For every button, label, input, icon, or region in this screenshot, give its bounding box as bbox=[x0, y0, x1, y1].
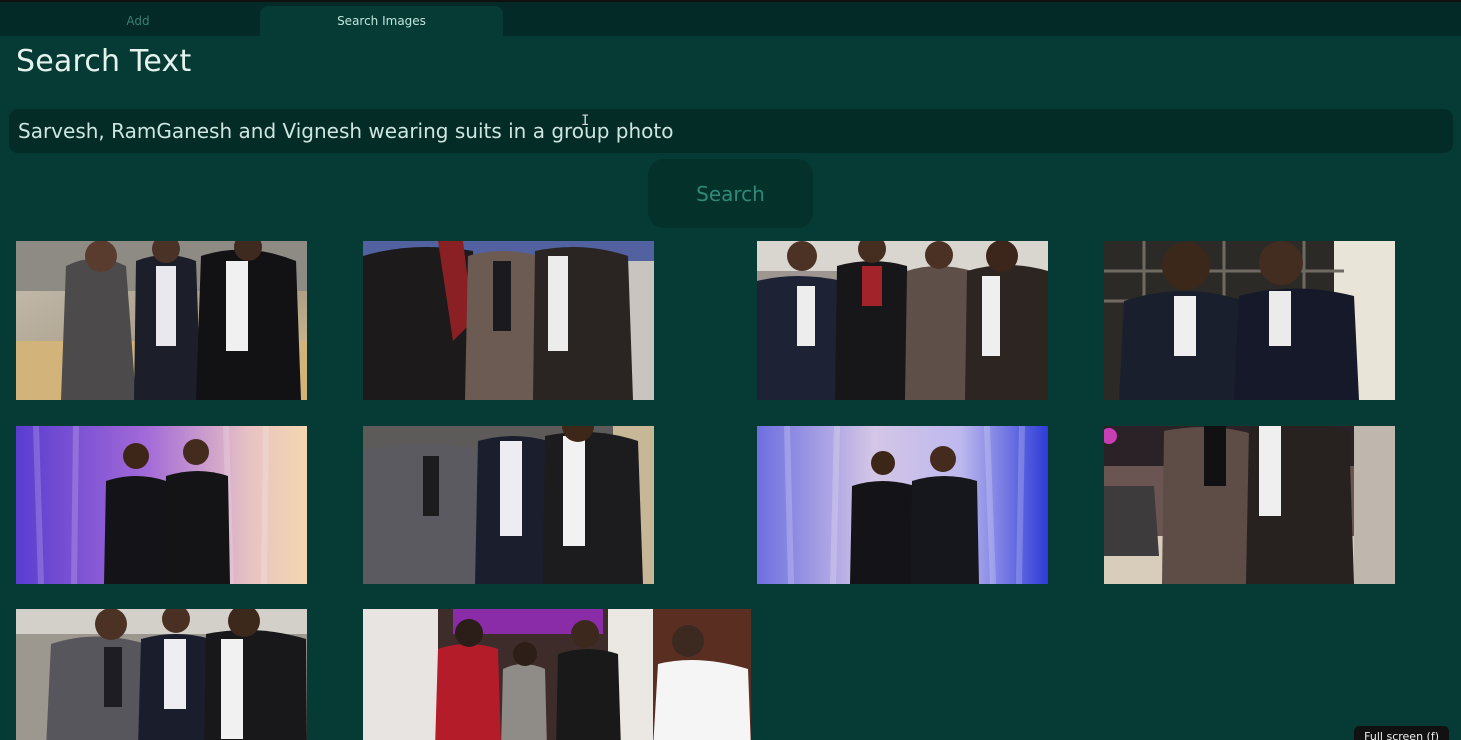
tab-bar: Add Search Images bbox=[0, 0, 1461, 38]
photo-group-3-suits-hall bbox=[16, 241, 307, 400]
photo-pair-suits-dining bbox=[1104, 426, 1395, 584]
result-image[interactable] bbox=[1104, 241, 1395, 400]
photo-group-4-casual bbox=[363, 609, 751, 740]
result-image[interactable] bbox=[363, 426, 654, 584]
photo-pair-dark-suits bbox=[1104, 241, 1395, 400]
result-image[interactable] bbox=[16, 426, 307, 584]
tab-search-images[interactable]: Search Images bbox=[260, 6, 503, 38]
photo-group-3-suits-closeup bbox=[363, 241, 654, 400]
result-image[interactable] bbox=[363, 241, 654, 400]
result-image[interactable] bbox=[16, 609, 307, 740]
photo-pair-curtain-blue bbox=[757, 426, 1048, 584]
photo-group-3-suits-hall-3 bbox=[16, 609, 307, 740]
search-input[interactable] bbox=[9, 109, 1453, 153]
result-image[interactable] bbox=[757, 241, 1048, 400]
result-image[interactable] bbox=[757, 426, 1048, 584]
photo-pair-curtain-purple bbox=[16, 426, 307, 584]
page-title: Search Text bbox=[16, 44, 192, 79]
photo-group-4-suits bbox=[757, 241, 1048, 400]
app-window: Add Search Images Search Text I Search bbox=[0, 0, 1461, 740]
result-image[interactable] bbox=[1104, 426, 1395, 584]
tab-add[interactable]: Add bbox=[16, 6, 260, 38]
photo-group-3-suits-hall-2 bbox=[363, 426, 654, 584]
text-cursor-icon: I bbox=[581, 113, 590, 129]
fullscreen-hint: Full screen (f) bbox=[1354, 726, 1449, 740]
result-image[interactable] bbox=[363, 609, 751, 740]
search-button[interactable]: Search bbox=[648, 159, 813, 228]
result-image[interactable] bbox=[16, 241, 307, 400]
